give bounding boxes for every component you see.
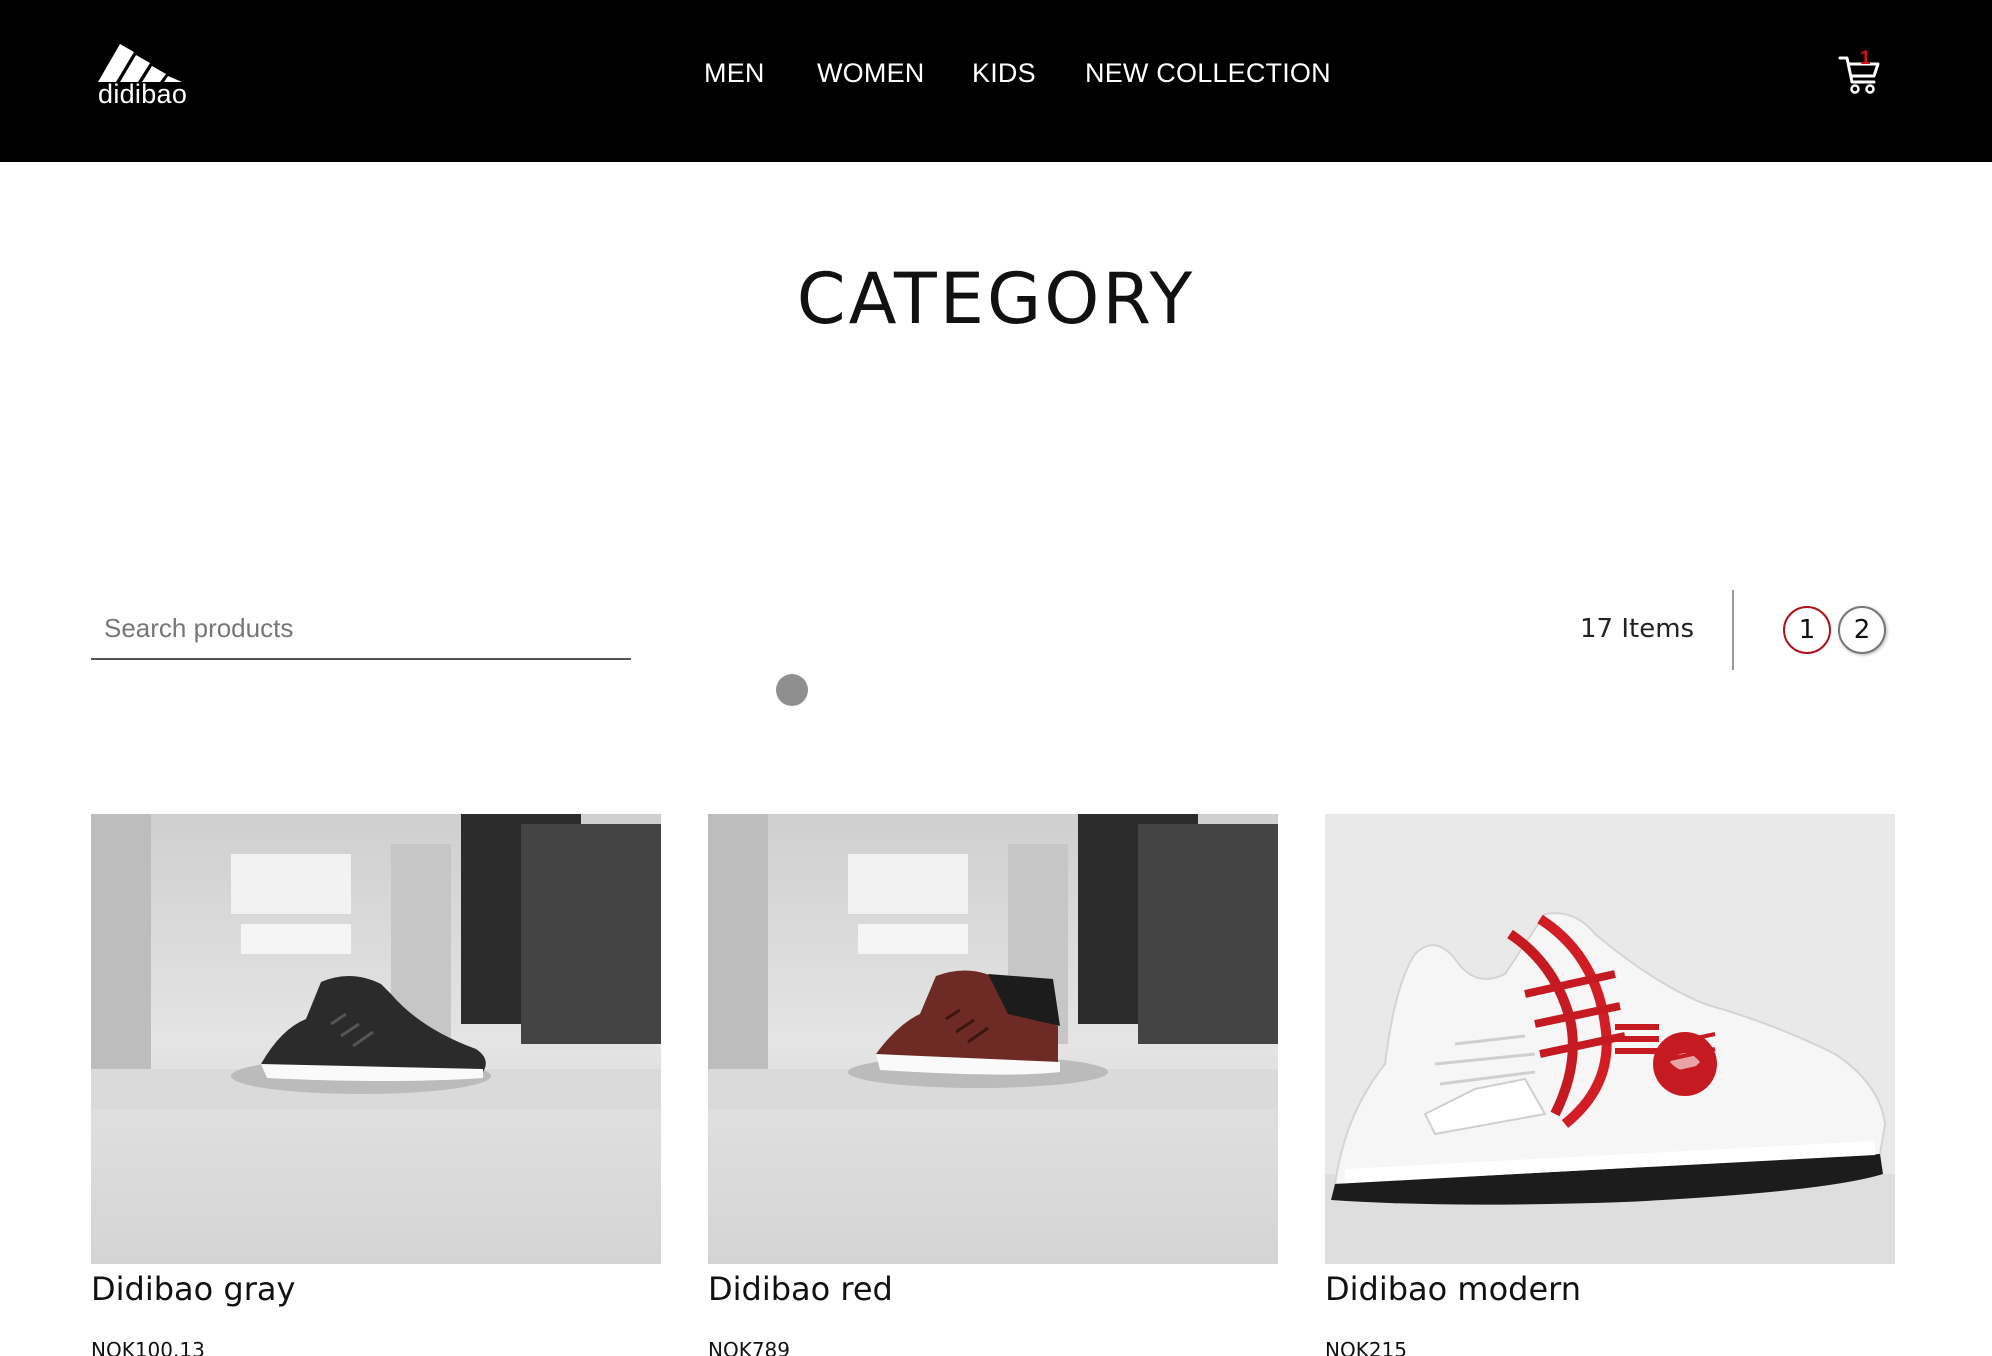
product-price: NOK215 xyxy=(1325,1338,1407,1356)
nav-kids[interactable]: KIDS xyxy=(972,58,1036,89)
product-image-gray[interactable] xyxy=(91,814,661,1264)
product-name[interactable]: Didibao red xyxy=(708,1270,893,1308)
toolbar-divider xyxy=(1732,590,1734,670)
cart-button[interactable]: 1 xyxy=(1838,48,1886,98)
product-name[interactable]: Didibao gray xyxy=(91,1270,295,1308)
items-count: 17 Items xyxy=(1580,614,1695,644)
nav-new-collection[interactable]: NEW COLLECTION xyxy=(1085,58,1331,89)
nav-men[interactable]: MEN xyxy=(704,58,765,89)
cart-count-badge: 1 xyxy=(1860,48,1871,69)
product-photo-gray xyxy=(91,814,661,1264)
search-input[interactable] xyxy=(91,606,591,650)
top-header: didibao MEN WOMEN KIDS NEW COLLECTION 1 xyxy=(0,0,1992,162)
product-name[interactable]: Didibao modern xyxy=(1325,1270,1581,1308)
product-photo-modern xyxy=(1325,814,1895,1264)
search-bar xyxy=(91,600,631,660)
main-nav: MEN WOMEN KIDS NEW COLLECTION xyxy=(0,58,1992,94)
page-title: CATEGORY xyxy=(796,258,1196,340)
loading-spinner xyxy=(776,674,808,706)
product-image-red[interactable] xyxy=(708,814,1278,1264)
product-price: NOK789 xyxy=(708,1338,790,1356)
product-price: NOK100.13 xyxy=(91,1338,205,1356)
product-photo-red xyxy=(708,814,1278,1264)
page-button-2[interactable]: 2 xyxy=(1838,606,1886,654)
product-image-modern[interactable] xyxy=(1325,814,1895,1264)
page-button-1[interactable]: 1 xyxy=(1783,606,1831,654)
nav-women[interactable]: WOMEN xyxy=(817,58,924,89)
